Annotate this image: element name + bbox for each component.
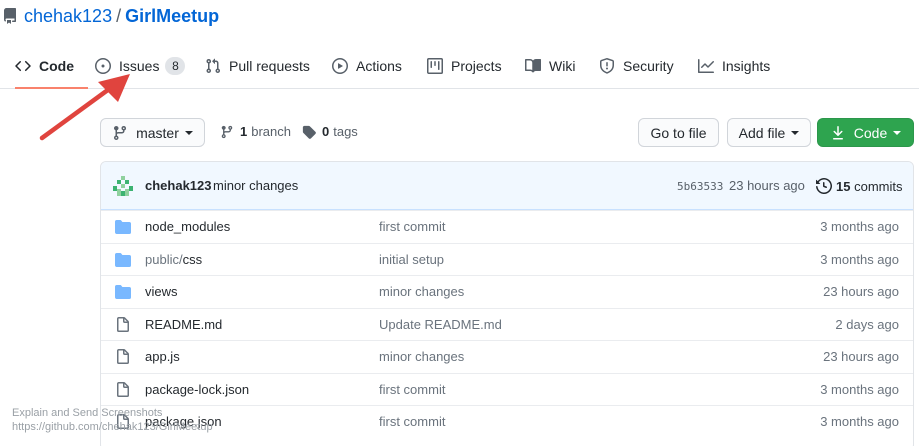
branch-select-button[interactable]: master (100, 118, 205, 147)
tab-security[interactable]: Security (599, 44, 674, 88)
tab-security-label: Security (623, 58, 674, 74)
branch-word: branch (251, 124, 291, 139)
tab-projects-label: Projects (451, 58, 502, 74)
file-row: README.md Update README.md 2 days ago (101, 307, 913, 341)
file-row: node_modules first commit 3 months ago (101, 210, 913, 243)
repo-name-link[interactable]: GirlMeetup (125, 6, 219, 27)
file-age: 3 months ago (820, 251, 899, 267)
file-browser: chehak123 minor changes 5b63533 23 hours… (100, 161, 914, 446)
status-overlay: Explain and Send Screenshots https://git… (12, 406, 213, 434)
code-clone-label: Code (853, 124, 888, 141)
file-name-link[interactable]: node_modules (145, 219, 230, 234)
repo-icon (2, 8, 18, 24)
file-path-prefix: public/ (145, 251, 183, 267)
play-icon (332, 58, 348, 74)
file-commit-message-link[interactable]: initial setup (379, 252, 444, 267)
latest-commit-bar: chehak123 minor changes 5b63533 23 hours… (101, 162, 913, 210)
download-icon (832, 125, 843, 139)
repo-owner-link[interactable]: chehak123 (24, 6, 112, 27)
tag-count: 0 (322, 124, 330, 139)
folder-icon (115, 285, 131, 299)
go-to-file-button[interactable]: Go to file (638, 118, 719, 147)
commits-history-link[interactable]: 15 commits (816, 178, 902, 194)
avatar[interactable] (113, 176, 133, 196)
file-row: views minor changes 23 hours ago (101, 275, 913, 308)
folder-icon (115, 252, 131, 267)
tag-word: tags (333, 124, 358, 139)
file-name-link[interactable]: public/css (145, 252, 202, 267)
status-overlay-title: Explain and Send Screenshots (12, 407, 163, 419)
status-overlay-url: https://github.com/chehak123/GirlMeetup (12, 421, 213, 433)
file-age: 2 days ago (835, 316, 899, 332)
chevron-down-icon (893, 130, 902, 135)
file-age: 3 months ago (820, 381, 899, 397)
shield-icon (600, 58, 614, 74)
file-row: package-lock.json first commit 3 months … (101, 372, 913, 406)
file-name-link[interactable]: package-lock.json (145, 382, 249, 397)
file-name-link[interactable]: app.js (145, 349, 180, 364)
repo-header: chehak123 / GirlMeetup (0, 4, 219, 28)
folder-icon (115, 220, 131, 234)
file-row: package.json first commit 3 months ago (101, 405, 913, 438)
file-path-leaf: css (182, 251, 203, 267)
file-commit-message-link[interactable]: first commit (379, 219, 445, 234)
book-icon (525, 58, 541, 73)
tab-insights[interactable]: Insights (698, 44, 770, 88)
branches-link[interactable]: 1 branch (220, 117, 291, 146)
file-commit-message-link[interactable]: minor changes (379, 349, 464, 364)
project-icon (427, 58, 443, 74)
repo-separator: / (116, 5, 122, 26)
tab-wiki-label: Wiki (549, 58, 576, 74)
tab-insights-label: Insights (722, 58, 771, 74)
commit-time: 23 hours ago (729, 178, 805, 193)
file-name-link[interactable]: README.md (145, 317, 222, 332)
tag-icon (302, 125, 316, 139)
branch-count: 1 (240, 124, 248, 139)
file-age: 23 hours ago (823, 284, 899, 299)
graph-icon (698, 59, 714, 73)
file-age: 3 months ago (820, 414, 899, 429)
file-age: 3 months ago (820, 219, 899, 234)
tab-pull-requests-label: Pull requests (229, 58, 310, 74)
chevron-down-icon (184, 130, 193, 135)
file-commit-message-link[interactable]: minor changes (379, 284, 464, 299)
file-commit-message-link[interactable]: Update README.md (379, 317, 502, 332)
git-branch-icon (221, 125, 233, 138)
go-to-file-label: Go to file (650, 124, 707, 141)
file-icon (117, 316, 129, 332)
tab-pull-requests[interactable]: Pull requests (205, 44, 310, 88)
commit-sha-link[interactable]: 5b63533 (677, 180, 723, 193)
history-icon (816, 178, 832, 194)
tags-link[interactable]: 0 tags (302, 117, 358, 146)
add-file-label: Add file (738, 124, 786, 141)
commit-author-link[interactable]: chehak123 (145, 178, 212, 193)
chevron-down-icon (791, 130, 800, 135)
commit-message-link[interactable]: minor changes (213, 178, 298, 193)
commit-count: 15 (836, 178, 851, 194)
git-pull-request-icon (206, 58, 221, 74)
file-row: public/css initial setup 3 months ago (101, 242, 913, 276)
tab-actions-label: Actions (356, 58, 402, 74)
file-row: app.js minor changes 23 hours ago (101, 340, 913, 373)
add-file-button[interactable]: Add file (727, 118, 811, 147)
tab-wiki[interactable]: Wiki (525, 44, 575, 88)
file-icon (117, 381, 129, 397)
file-commit-message-link[interactable]: first commit (379, 414, 445, 429)
code-clone-button[interactable]: Code (817, 118, 914, 147)
file-icon (117, 349, 129, 364)
code-icon (15, 60, 31, 71)
tab-projects[interactable]: Projects (427, 44, 502, 88)
tab-actions[interactable]: Actions (332, 44, 402, 88)
file-age: 23 hours ago (823, 349, 899, 364)
issues-counter: 8 (165, 57, 186, 75)
commit-count-word: commits (854, 178, 903, 194)
file-commit-message-link[interactable]: first commit (379, 382, 445, 397)
branch-select-label: master (136, 124, 179, 141)
file-name-link[interactable]: views (145, 284, 178, 299)
git-branch-icon (114, 125, 127, 140)
